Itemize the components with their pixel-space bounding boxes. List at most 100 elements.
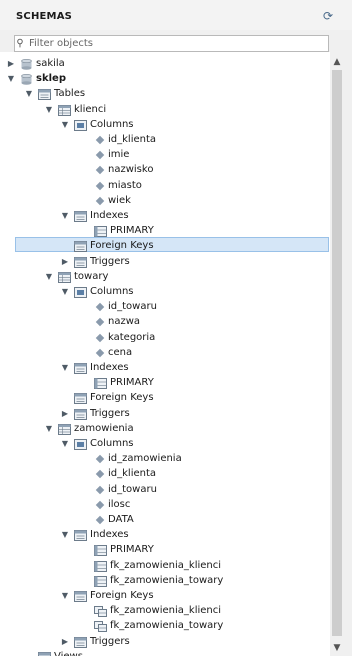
tree-node-label: sklep <box>36 73 66 85</box>
table-icon <box>58 104 71 116</box>
tree-node-column[interactable]: nazwa <box>0 314 330 330</box>
tree-node-column[interactable]: nazwisko <box>0 162 330 178</box>
tree-node-column[interactable]: id_towaru <box>0 299 330 315</box>
tree-node-label: Columns <box>90 286 134 297</box>
filter-input[interactable] <box>29 36 325 51</box>
tree-node-column[interactable]: ilosc <box>0 497 330 513</box>
tree-node-column[interactable]: kategoria <box>0 330 330 346</box>
tree-node-folder[interactable]: Foreign Keys <box>0 390 330 406</box>
foreign-key-icon <box>94 606 107 618</box>
tree-node-label: Triggers <box>90 255 130 267</box>
tree-node-schema[interactable]: ▶ sakila <box>0 56 330 72</box>
tree-node-index[interactable]: PRIMARY <box>0 375 330 391</box>
tree-node-table[interactable]: ▼ zamowienia <box>0 421 330 437</box>
tree-node-folder[interactable]: Views <box>0 649 330 656</box>
tree-node-table[interactable]: ▼ klienci <box>0 102 330 118</box>
tree-node-columns[interactable]: ▼ Columns <box>0 284 330 300</box>
tree-node-label: fk_zamowienia_towary <box>110 620 224 632</box>
tree-node-columns[interactable]: ▼ Columns <box>0 436 330 452</box>
expanded-triangle-icon[interactable]: ▼ <box>44 269 54 285</box>
tree-node-label: Indexes <box>90 210 129 221</box>
tree-node-folder[interactable]: Foreign Keys <box>0 237 330 254</box>
tree-node-label: wiek <box>108 194 131 206</box>
tree-node-fk[interactable]: fk_zamowienia_towary <box>0 618 330 634</box>
refresh-icon[interactable]: ⟳ <box>321 9 335 23</box>
index-icon <box>94 378 107 390</box>
tree-node-column[interactable]: id_klienta <box>0 132 330 148</box>
tree-node-folder[interactable]: ▼ Foreign Keys <box>0 588 330 604</box>
folder-icon <box>74 591 87 602</box>
column-diamond-icon <box>95 150 105 160</box>
tree-node-folder[interactable]: ▶ Triggers <box>0 634 330 650</box>
tree-node-label: PRIMARY <box>110 377 154 389</box>
tree-node-column[interactable]: DATA <box>0 512 330 528</box>
tree-node-fk[interactable]: fk_zamowienia_klienci <box>0 603 330 619</box>
index-icon <box>94 575 107 587</box>
column-diamond-icon <box>95 318 105 327</box>
tree-node-label: fk_zamowienia_klienci <box>110 559 222 571</box>
scrollbar-thumb[interactable] <box>332 70 342 636</box>
tree-node-folder[interactable]: ▼ Indexes <box>0 360 330 376</box>
tree-node-folder[interactable]: ▶ Triggers <box>0 254 330 270</box>
database-icon <box>20 58 33 70</box>
expanded-triangle-icon[interactable]: ▼ <box>44 421 54 437</box>
tree-node-label: Triggers <box>90 407 130 419</box>
folder-icon <box>74 530 87 542</box>
tree-node-label: Foreign Keys <box>90 240 154 252</box>
tree-node-label: fk_zamowienia_klienci <box>110 605 222 617</box>
expanded-triangle-icon[interactable]: ▼ <box>24 86 34 102</box>
collapsed-triangle-icon[interactable]: ▶ <box>6 56 16 72</box>
tree-node-table[interactable]: ▼ towary <box>0 269 330 285</box>
index-icon <box>94 545 107 557</box>
expanded-triangle-icon[interactable]: ▼ <box>60 527 70 543</box>
tree-node-label: Indexes <box>90 529 129 541</box>
column-diamond-icon <box>95 333 105 342</box>
column-diamond-icon <box>95 166 105 175</box>
expanded-triangle-icon[interactable]: ▼ <box>60 117 70 133</box>
tree-node-column[interactable]: id_zamowienia <box>0 451 330 467</box>
column-diamond-icon <box>95 302 105 312</box>
columns-icon <box>74 119 87 131</box>
column-diamond-icon <box>95 470 105 479</box>
tree-node-index[interactable]: PRIMARY <box>0 542 330 558</box>
tree-node-column[interactable]: wiek <box>0 193 330 209</box>
tree-node-columns[interactable]: ▼ Columns <box>0 117 330 133</box>
collapsed-triangle-icon[interactable]: ▶ <box>60 406 70 422</box>
tree-node-index[interactable]: fk_zamowienia_klienci <box>0 558 330 574</box>
expanded-triangle-icon[interactable]: ▼ <box>60 360 70 376</box>
expanded-triangle-icon[interactable]: ▼ <box>60 436 70 452</box>
expanded-triangle-icon[interactable]: ▼ <box>60 588 70 604</box>
expanded-triangle-icon[interactable]: ▼ <box>44 102 54 118</box>
tree-node-column[interactable]: cena <box>0 345 330 361</box>
scroll-up-icon[interactable]: ▲ <box>330 56 344 68</box>
tree-node-label: Columns <box>90 118 134 130</box>
expanded-triangle-icon[interactable]: ▼ <box>60 208 70 224</box>
collapsed-triangle-icon[interactable]: ▶ <box>60 634 70 650</box>
scroll-down-icon[interactable]: ▼ <box>330 642 344 654</box>
column-diamond-icon <box>95 181 105 190</box>
tree-node-column[interactable]: id_towaru <box>0 482 330 498</box>
expanded-triangle-icon[interactable]: ▼ <box>60 284 70 300</box>
tree-node-index[interactable]: fk_zamowienia_towary <box>0 573 330 589</box>
tree-node-label: Triggers <box>90 635 130 647</box>
tree-node-folder[interactable]: ▼ Indexes <box>0 527 330 543</box>
tree-node-folder[interactable]: ▶ Triggers <box>0 406 330 422</box>
tree-node-label: imie <box>108 149 130 161</box>
folder-icon <box>74 363 87 374</box>
index-icon <box>94 226 107 238</box>
folder-icon <box>74 408 87 420</box>
expanded-triangle-icon[interactable]: ▼ <box>6 71 16 87</box>
tree-node-label: sakila <box>36 58 65 69</box>
tree-node-column[interactable]: miasto <box>0 178 330 194</box>
tree-node-folder[interactable]: ▼ Tables <box>0 86 330 102</box>
tree-node-folder[interactable]: ▼ Indexes <box>0 208 330 224</box>
folder-icon <box>74 241 87 253</box>
tree-node-column[interactable]: imie <box>0 147 330 163</box>
vertical-scrollbar[interactable]: ▲ ▼ <box>330 52 344 656</box>
column-diamond-icon <box>95 454 105 464</box>
tree-node-schema[interactable]: ▼ sklep <box>0 71 330 87</box>
collapsed-triangle-icon[interactable]: ▶ <box>60 254 70 270</box>
column-diamond-icon <box>95 348 105 358</box>
filter-box[interactable]: ⚲ <box>14 35 329 52</box>
tree-node-column[interactable]: id_klienta <box>0 466 330 482</box>
